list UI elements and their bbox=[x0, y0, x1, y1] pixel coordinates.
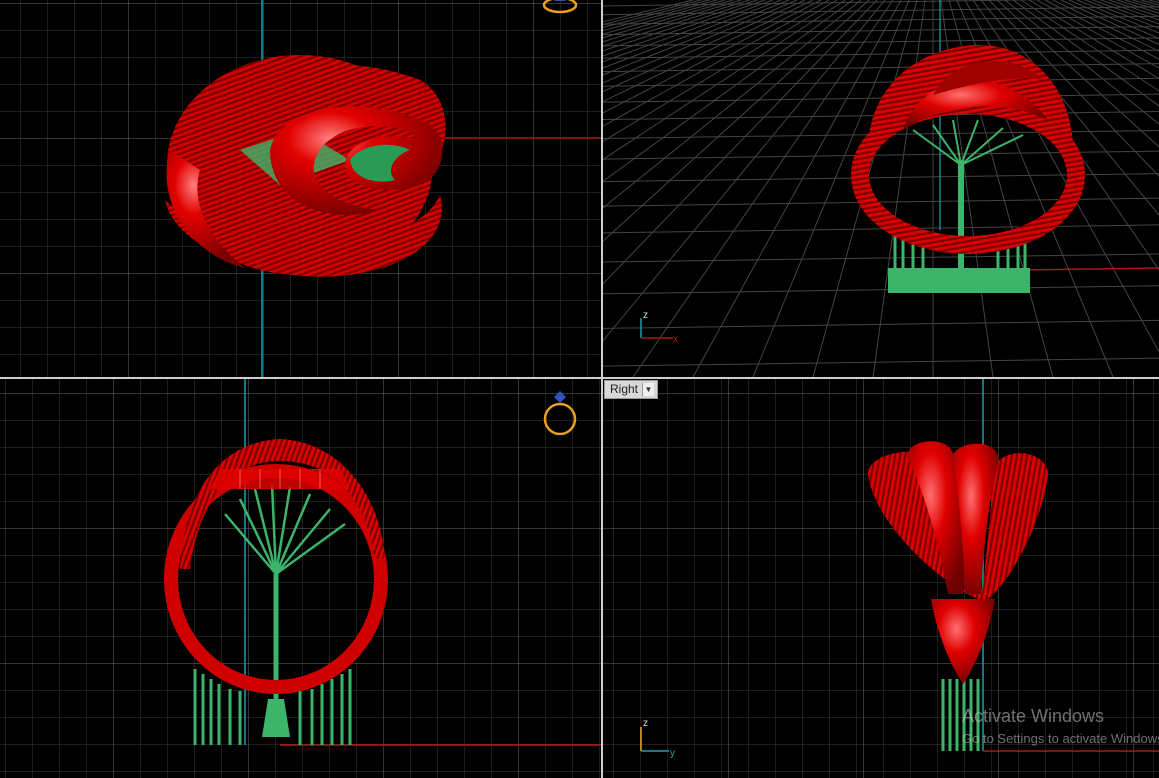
axis-label-y: y bbox=[670, 748, 675, 759]
axis-label-z: z bbox=[643, 310, 648, 321]
ring-model-top[interactable] bbox=[165, 55, 446, 277]
viewport-right[interactable]: z y Right ▼ bbox=[603, 379, 1159, 778]
viewport-top-canvas[interactable] bbox=[0, 0, 601, 377]
axis-label-z: z bbox=[643, 718, 648, 729]
viewport-front-canvas[interactable] bbox=[0, 379, 601, 778]
viewport-name-label: Right bbox=[610, 382, 639, 396]
viewport-perspective[interactable]: z x bbox=[603, 0, 1159, 377]
viewport-name-dropdown[interactable]: Right ▼ bbox=[604, 380, 659, 399]
viewport-top[interactable] bbox=[0, 0, 601, 377]
dropdown-caret-icon[interactable]: ▼ bbox=[642, 383, 655, 396]
viewport-right-canvas[interactable]: z y bbox=[603, 379, 1159, 778]
x-axis-line bbox=[1022, 267, 1159, 271]
axis-label-x: x bbox=[673, 334, 678, 345]
support-structure bbox=[888, 119, 1030, 293]
viewport-perspective-canvas[interactable]: z x bbox=[603, 0, 1159, 377]
viewport-front[interactable] bbox=[0, 379, 601, 778]
